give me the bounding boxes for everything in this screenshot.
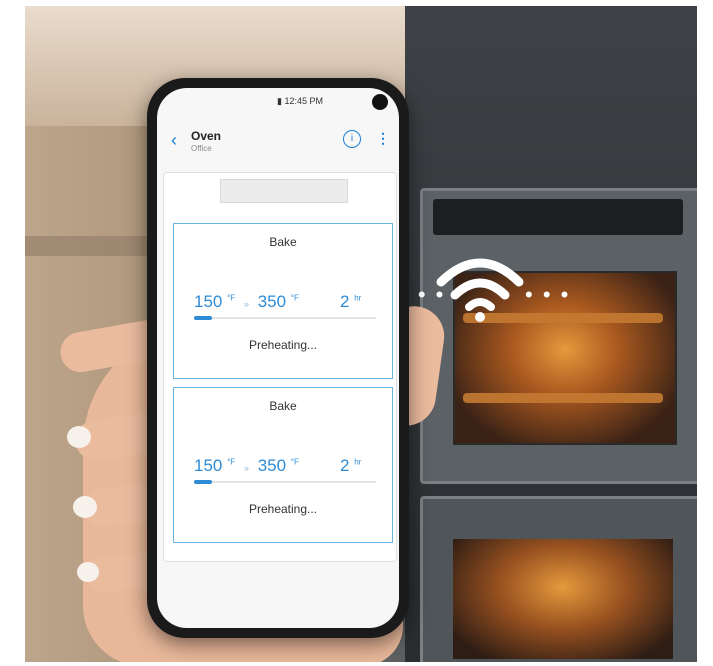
temperature-readout: 150 °F » 350 °F: [194, 292, 299, 312]
target-temp: 350: [257, 456, 287, 475]
duration-unit: hr: [354, 457, 362, 467]
front-camera: [372, 94, 388, 110]
duration-readout: 2 hr: [340, 456, 361, 476]
oven-window: [453, 539, 673, 659]
fingernail: [73, 496, 97, 518]
cook-mode: Bake: [269, 235, 297, 249]
oven-state: Preheating...: [248, 338, 318, 352]
oven-status-card[interactable]: Bake 150 °F » 350 °F 2 hr Preheating...: [173, 223, 393, 379]
target-temp-unit: °F: [290, 457, 299, 467]
fingernail: [77, 562, 99, 582]
current-temp-unit: °F: [227, 457, 236, 467]
temp-separator: »: [243, 299, 249, 309]
duration-value: 2: [340, 456, 350, 475]
page-title: Oven: [191, 129, 222, 143]
duration-value: 2: [340, 292, 350, 311]
target-temp: 350: [257, 292, 287, 311]
current-temp: 150: [194, 292, 223, 311]
battery-icon: ▮: [277, 96, 282, 106]
more-icon[interactable]: ⋮: [376, 130, 390, 147]
duration-unit: hr: [354, 293, 362, 303]
oven-rack: [463, 393, 663, 403]
progress-track: [194, 316, 376, 320]
status-bar: ▮ 12:45 PM: [277, 96, 323, 107]
progress-fill: [194, 316, 213, 320]
smartphone: ▮ 12:45 PM ‹ Oven Office i ⋮ Bake 150 °F: [147, 78, 409, 638]
app-bar: ‹ Oven Office i ⋮: [157, 124, 399, 164]
oven-control-panel: [433, 199, 683, 235]
kitchen-photo: • • • • • • ▮ 12:45 PM ‹ Oven Office i ⋮: [25, 6, 697, 662]
current-temp: 150: [194, 456, 223, 475]
status-time: 12:45 PM: [284, 96, 323, 106]
progress-track: [194, 480, 376, 484]
info-icon[interactable]: i: [343, 130, 361, 148]
temp-separator: »: [243, 463, 249, 473]
upper-oven: [420, 188, 697, 484]
oven-status-card[interactable]: Bake 150 °F » 350 °F 2 hr Preheating...: [173, 387, 393, 543]
oven-content: Bake 150 °F » 350 °F 2 hr Preheating... …: [163, 172, 397, 562]
fingernail: [67, 426, 91, 448]
page-subtitle: Office: [191, 144, 212, 153]
cook-mode: Bake: [269, 399, 297, 413]
target-temp-unit: °F: [290, 293, 299, 303]
duration-readout: 2 hr: [340, 292, 361, 312]
image-placeholder: [220, 179, 348, 203]
progress-fill: [194, 480, 213, 484]
temperature-readout: 150 °F » 350 °F: [194, 456, 299, 476]
phone-screen: ▮ 12:45 PM ‹ Oven Office i ⋮ Bake 150 °F: [157, 88, 399, 628]
current-temp-unit: °F: [227, 293, 236, 303]
lower-oven: [420, 496, 697, 662]
back-icon[interactable]: ‹: [171, 130, 177, 151]
oven-state: Preheating...: [248, 502, 318, 516]
